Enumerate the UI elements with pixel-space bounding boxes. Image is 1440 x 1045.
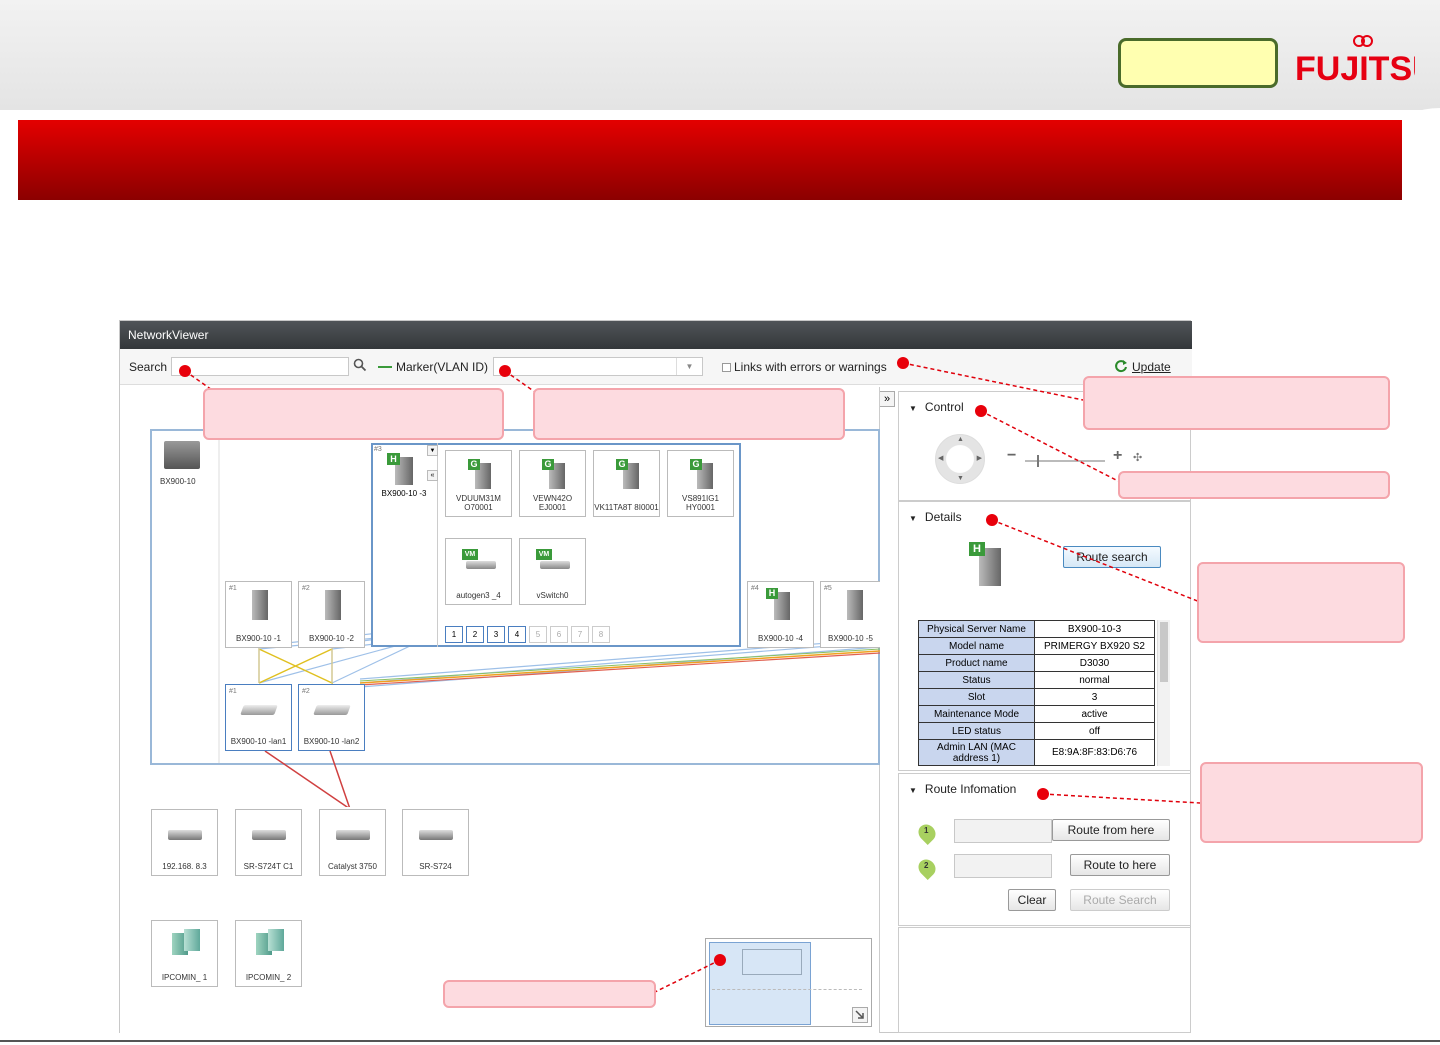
annotation-callout-links — [1083, 376, 1390, 430]
annotation-dot — [179, 365, 191, 377]
annotation-callout-details — [1197, 562, 1405, 643]
annotation-dot — [975, 405, 987, 417]
annotation-dot — [499, 365, 511, 377]
annotation-callout-marker — [533, 388, 845, 440]
annotation-callout-minimap — [443, 980, 656, 1008]
annotation-callout-control — [1118, 471, 1390, 499]
annotation-dot — [986, 514, 998, 526]
annotation-callout-search — [203, 388, 504, 440]
annotation-dot — [714, 954, 726, 966]
annotation-dot — [897, 357, 909, 369]
annotation-dot — [1037, 788, 1049, 800]
callout-leader-lines — [184, 362, 1201, 993]
footer-rule — [0, 1040, 1440, 1042]
annotation-callout-route — [1200, 762, 1423, 843]
